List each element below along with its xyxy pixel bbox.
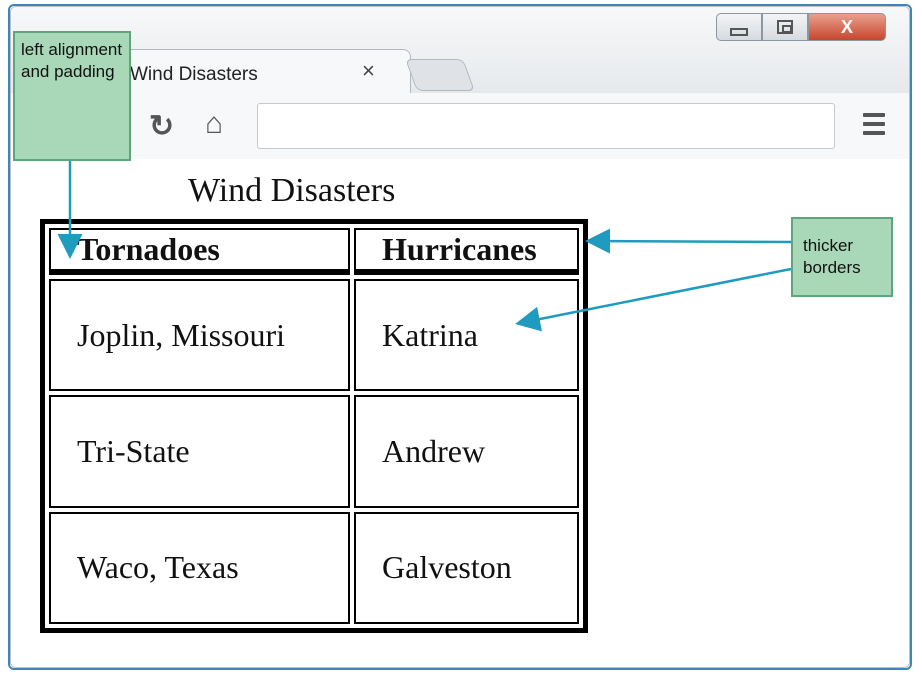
minimize-button[interactable] — [716, 13, 762, 41]
header-cell: Hurricanes — [354, 228, 579, 275]
close-icon: X — [840, 16, 853, 37]
disasters-table: Tornadoes Hurricanes Joplin, Missouri Ka… — [40, 219, 588, 633]
callout-thicker-borders: thicker borders — [791, 217, 893, 297]
menu-icon[interactable] — [863, 113, 885, 140]
table-cell: Waco, Texas — [49, 511, 350, 624]
window-controls: X — [716, 13, 886, 41]
maximize-button[interactable] — [762, 13, 808, 41]
callout-left-alignment: left alignment and padding — [13, 31, 131, 161]
address-bar[interactable] — [257, 103, 835, 149]
table-header-row: Tornadoes Hurricanes — [49, 228, 579, 275]
table-caption: Wind Disasters — [188, 172, 396, 209]
table-cell: Galveston — [354, 511, 579, 624]
maximize-icon — [777, 20, 793, 34]
tab-close-icon[interactable]: × — [362, 60, 375, 82]
header-cell: Tornadoes — [49, 228, 350, 275]
home-icon[interactable]: ⌂ — [205, 107, 223, 141]
table-cell: Katrina — [354, 279, 579, 392]
new-tab-button[interactable] — [405, 59, 475, 91]
reload-icon[interactable]: ↻ — [149, 109, 174, 144]
table-row: Joplin, Missouri Katrina — [49, 279, 579, 392]
table-cell: Andrew — [354, 395, 579, 508]
table-cell: Tri-State — [49, 395, 350, 508]
close-button[interactable]: X — [808, 13, 886, 41]
minimize-icon — [730, 28, 748, 36]
table-cell: Joplin, Missouri — [49, 279, 350, 392]
title-bar: Wind Disasters × X — [11, 7, 909, 97]
toolbar: ↻ ⌂ — [11, 93, 909, 160]
tab-title: Wind Disasters — [130, 64, 258, 85]
table-row: Waco, Texas Galveston — [49, 511, 579, 624]
table-row: Tri-State Andrew — [49, 395, 579, 508]
